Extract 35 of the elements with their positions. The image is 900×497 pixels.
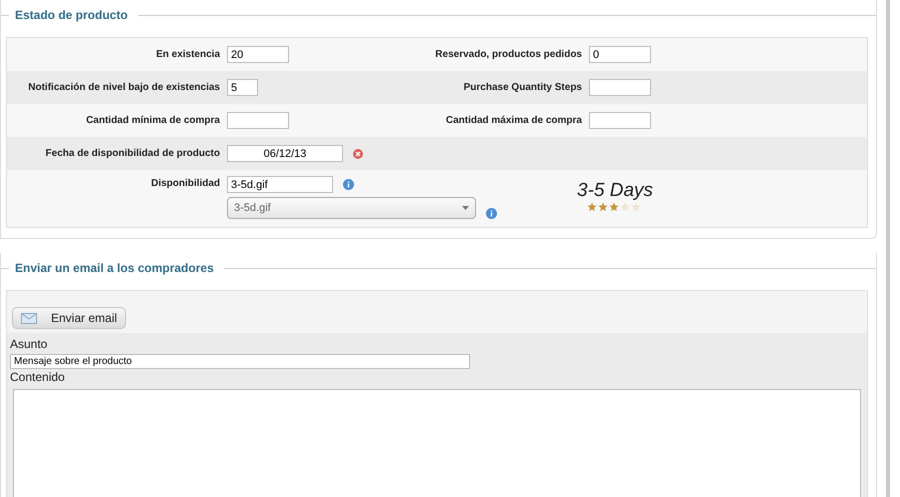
section-title: Estado de producto — [15, 8, 128, 22]
input-field[interactable] — [227, 112, 289, 129]
field-label: Contenido — [10, 369, 66, 386]
field-label: Asunto — [10, 336, 48, 353]
caret-icon — [462, 206, 469, 210]
input-field[interactable]: 06/12/13 — [227, 145, 343, 162]
field-label: Cantidad mínima de compra — [85, 115, 220, 126]
input-field[interactable]: 20 — [227, 46, 289, 63]
field-label: Cantidad máxima de compra — [444, 115, 582, 126]
field-label: Notificación de nivel bajo de existencias — [27, 82, 220, 93]
input-field[interactable]: 3-5d.gif — [227, 176, 333, 193]
info-icon[interactable] — [343, 179, 354, 190]
info-icon[interactable] — [486, 208, 497, 218]
image-dropdown[interactable]: 3-5d.gif — [227, 197, 476, 219]
star-icon — [620, 202, 630, 212]
input-field[interactable]: 0 — [589, 46, 651, 63]
input-field[interactable] — [589, 79, 651, 96]
star-icon — [587, 202, 597, 212]
availability-preview: 3-5 Days — [577, 180, 654, 202]
section-title: Enviar un email a los compradores — [15, 261, 214, 275]
star-icon — [631, 202, 641, 212]
input-field[interactable]: Mensaje sobre el producto — [10, 354, 470, 369]
field-label: Fecha de disponibilidad de producto — [44, 148, 220, 159]
clear-icon[interactable] — [353, 148, 363, 158]
send-email-button[interactable]: Enviar email — [12, 307, 126, 329]
field-label: En existencia — [155, 49, 220, 60]
input-field[interactable] — [589, 112, 651, 129]
field-label: Reservado, productos pedidos — [434, 49, 582, 60]
input-field[interactable]: 5 — [227, 79, 258, 96]
star-icon — [598, 202, 608, 212]
envelope-icon — [21, 312, 37, 324]
field-label: Purchase Quantity Steps — [462, 82, 582, 93]
field-label: Disponibilidad — [150, 177, 220, 191]
star-icon — [609, 202, 619, 212]
content-textarea[interactable] — [13, 389, 861, 497]
